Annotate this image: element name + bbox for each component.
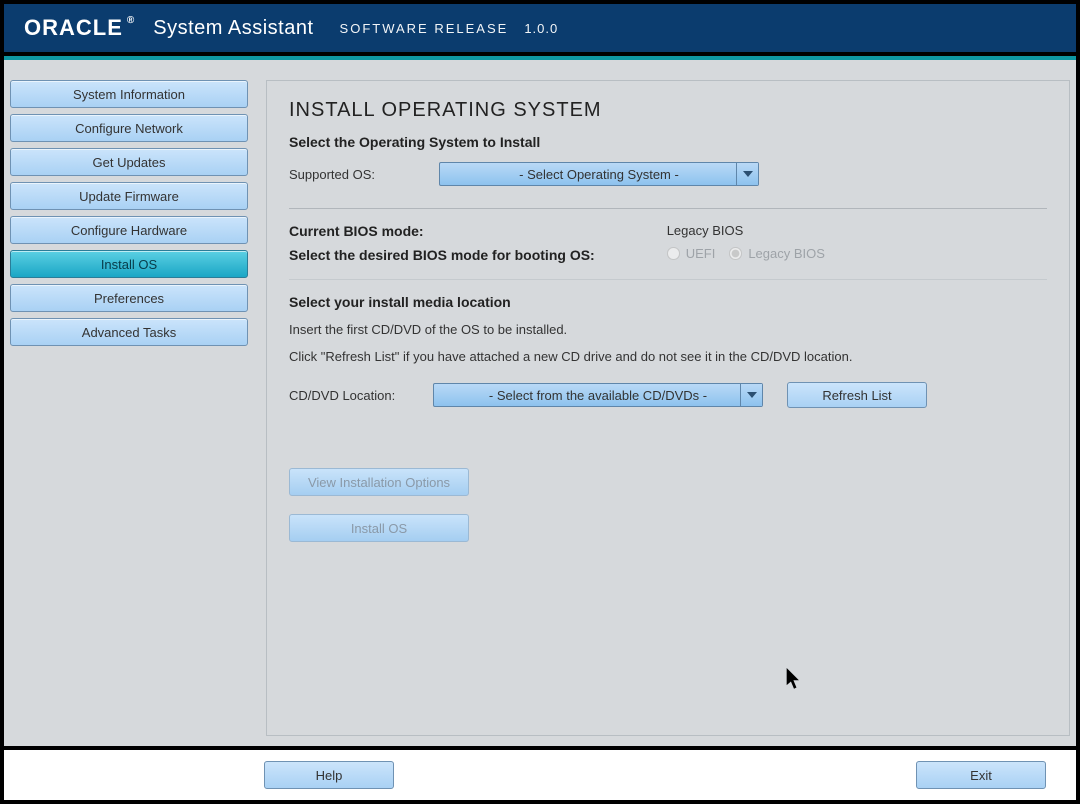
- radio-uefi-label: UEFI: [686, 246, 716, 261]
- bios-section: Current BIOS mode: Select the desired BI…: [289, 223, 1047, 263]
- chevron-down-icon: [736, 163, 758, 185]
- view-installation-options-label: View Installation Options: [308, 475, 450, 490]
- install-os-label: Install OS: [351, 521, 407, 536]
- supported-os-value: - Select Operating System -: [519, 167, 679, 182]
- sidebar-item-advanced-tasks[interactable]: Advanced Tasks: [10, 318, 248, 346]
- install-os-button[interactable]: Install OS: [289, 514, 469, 542]
- page-title: INSTALL OPERATING SYSTEM: [289, 99, 1047, 122]
- sidebar-item-system-information[interactable]: System Information: [10, 80, 248, 108]
- radio-uefi[interactable]: UEFI: [667, 246, 716, 261]
- chevron-down-icon: [740, 384, 762, 406]
- sidebar-item-install-os[interactable]: Install OS: [10, 250, 248, 278]
- sidebar-item-label: Advanced Tasks: [82, 325, 176, 340]
- refresh-list-button[interactable]: Refresh List: [787, 382, 927, 408]
- divider: [289, 208, 1047, 209]
- cd-location-row: CD/DVD Location: - Select from the avail…: [289, 382, 1047, 408]
- supported-os-label: Supported OS:: [289, 167, 409, 182]
- exit-button[interactable]: Exit: [916, 761, 1046, 789]
- media-refresh-hint: Click "Refresh List" if you have attache…: [289, 349, 1047, 364]
- release-label: SOFTWARE RELEASE: [340, 21, 509, 36]
- bios-labels: Current BIOS mode: Select the desired BI…: [289, 223, 595, 263]
- current-bios-label: Current BIOS mode:: [289, 223, 595, 239]
- help-label: Help: [316, 768, 343, 783]
- release-version: 1.0.0: [524, 21, 558, 36]
- oracle-brand-text: ORACLE: [24, 15, 123, 41]
- media-insert-text: Insert the first CD/DVD of the OS to be …: [289, 322, 1047, 337]
- exit-label: Exit: [970, 768, 992, 783]
- sidebar-item-label: System Information: [73, 87, 185, 102]
- bios-radio-group: UEFI Legacy BIOS: [667, 246, 825, 261]
- radio-legacy[interactable]: Legacy BIOS: [729, 246, 825, 261]
- sidebar-item-label: Install OS: [101, 257, 157, 272]
- main-panel: INSTALL OPERATING SYSTEM Select the Oper…: [266, 80, 1070, 736]
- supported-os-row: Supported OS: - Select Operating System …: [289, 162, 1047, 186]
- select-os-subtitle: Select the Operating System to Install: [289, 134, 1047, 150]
- radio-legacy-label: Legacy BIOS: [748, 246, 825, 261]
- sidebar-item-label: Configure Network: [75, 121, 183, 136]
- supported-os-select[interactable]: - Select Operating System -: [439, 162, 759, 186]
- sidebar-item-update-firmware[interactable]: Update Firmware: [10, 182, 248, 210]
- cd-location-select[interactable]: - Select from the available CD/DVDs -: [433, 383, 763, 407]
- sidebar-item-label: Get Updates: [93, 155, 166, 170]
- cd-location-value: - Select from the available CD/DVDs -: [489, 388, 707, 403]
- bios-values: Legacy BIOS UEFI Legacy BIOS: [667, 223, 825, 263]
- oracle-logo: ORACLE ®: [24, 15, 135, 41]
- app-window: ORACLE ® System Assistant SOFTWARE RELEAS…: [0, 0, 1080, 804]
- release-block: SOFTWARE RELEASE 1.0.0: [332, 21, 559, 36]
- radio-uefi-input[interactable]: [667, 247, 680, 260]
- registered-mark: ®: [127, 15, 135, 26]
- current-bios-value: Legacy BIOS: [667, 223, 825, 238]
- divider: [289, 279, 1047, 280]
- radio-legacy-input[interactable]: [729, 247, 742, 260]
- sidebar-item-label: Preferences: [94, 291, 164, 306]
- media-subtitle: Select your install media location: [289, 294, 1047, 310]
- sidebar-item-configure-hardware[interactable]: Configure Hardware: [10, 216, 248, 244]
- sidebar-item-preferences[interactable]: Preferences: [10, 284, 248, 312]
- sidebar: System Information Configure Network Get…: [10, 80, 248, 346]
- sidebar-item-configure-network[interactable]: Configure Network: [10, 114, 248, 142]
- select-bios-label: Select the desired BIOS mode for booting…: [289, 247, 595, 263]
- sidebar-item-get-updates[interactable]: Get Updates: [10, 148, 248, 176]
- footer-bar: Help Exit: [4, 750, 1076, 800]
- cd-location-label: CD/DVD Location:: [289, 388, 409, 403]
- help-button[interactable]: Help: [264, 761, 394, 789]
- body-area: System Information Configure Network Get…: [4, 60, 1076, 746]
- header-title: System Assistant: [153, 17, 313, 40]
- header-bar: ORACLE ® System Assistant SOFTWARE RELEAS…: [4, 4, 1076, 52]
- view-installation-options-button[interactable]: View Installation Options: [289, 468, 469, 496]
- sidebar-item-label: Update Firmware: [79, 189, 179, 204]
- sidebar-item-label: Configure Hardware: [71, 223, 187, 238]
- refresh-list-label: Refresh List: [822, 388, 891, 403]
